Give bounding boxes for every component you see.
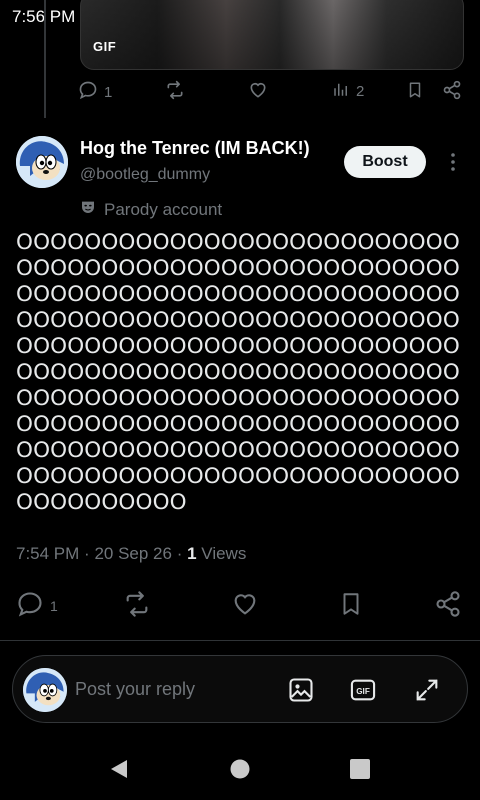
image-icon <box>289 678 313 702</box>
tweet-reply-button[interactable]: 1 <box>16 590 58 621</box>
share-button[interactable] <box>442 80 462 104</box>
reply-input[interactable]: Post your reply <box>75 679 195 700</box>
reply-icon <box>16 590 44 621</box>
tweet-time: 7:54 PM <box>16 544 80 563</box>
reply-count: 1 <box>104 83 113 101</box>
author-name[interactable]: Hog the Tenrec (IM BACK!) <box>80 138 310 159</box>
tweet-reply-count: 1 <box>50 597 58 614</box>
retweet-icon <box>164 80 186 104</box>
bookmark-icon <box>338 590 364 621</box>
meta-separator: · <box>84 544 95 563</box>
divider <box>0 640 480 641</box>
reply-button[interactable]: 1 <box>78 80 112 104</box>
user-avatar <box>23 668 67 712</box>
more-options-button[interactable] <box>446 150 460 174</box>
like-button[interactable] <box>248 80 268 104</box>
back-triangle-icon <box>111 760 127 778</box>
expand-icon <box>416 679 438 701</box>
tweet-bookmark-button[interactable] <box>338 590 364 621</box>
meta-separator: · <box>176 544 188 563</box>
home-circle-icon <box>230 759 250 779</box>
tweet-views-count: 1 <box>187 544 197 563</box>
recents-button[interactable] <box>349 758 371 785</box>
parody-label-row: Parody account <box>80 199 222 220</box>
gif-media[interactable]: GIF <box>80 0 464 70</box>
analytics-icon <box>332 80 350 102</box>
tweet-meta: 7:54 PM · 20 Sep 26 · 1 Views <box>16 544 246 564</box>
more-vertical-icon <box>451 153 455 171</box>
svg-text:GIF: GIF <box>356 687 370 696</box>
recents-square-icon <box>350 759 370 779</box>
tweet-date: 20 Sep 26 <box>94 544 172 563</box>
tweet-text: OOOOOOOOOOOOOOOOOOOOOOOOOOOOOOOOOOOOOOOO… <box>16 230 460 515</box>
tweet-like-button[interactable] <box>230 590 260 621</box>
share-icon <box>434 590 462 621</box>
heart-icon <box>230 590 260 621</box>
tweet-retweet-button[interactable] <box>122 590 152 621</box>
share-icon <box>442 80 462 104</box>
tweet-views-label: Views <box>201 544 247 563</box>
reply-composer[interactable]: Post your reply GIF <box>12 655 468 723</box>
tweet-share-button[interactable] <box>434 590 462 621</box>
gif-badge: GIF <box>93 39 117 54</box>
back-button[interactable] <box>108 758 130 785</box>
parody-mask-icon <box>80 199 96 220</box>
gif-icon: GIF <box>350 679 376 701</box>
add-gif-button[interactable]: GIF <box>349 676 377 704</box>
add-image-button[interactable] <box>287 676 315 704</box>
reply-icon <box>78 80 98 104</box>
tweet-actions: 1 <box>16 590 464 622</box>
system-nav-bar <box>0 738 480 800</box>
retweet-icon <box>122 590 152 621</box>
expand-composer-button[interactable] <box>413 676 441 704</box>
parody-label: Parody account <box>104 199 223 219</box>
bookmark-icon <box>406 80 424 104</box>
retweet-button[interactable] <box>164 80 186 104</box>
home-button[interactable] <box>229 758 251 785</box>
author-handle[interactable]: @bootleg_dummy <box>80 166 210 184</box>
boost-button[interactable]: Boost <box>344 146 426 178</box>
thread-connector-line <box>44 0 46 118</box>
views-button[interactable]: 2 <box>332 80 364 102</box>
views-count: 2 <box>356 82 365 100</box>
author-avatar[interactable] <box>16 136 68 188</box>
heart-icon <box>248 80 268 104</box>
bookmark-button[interactable] <box>406 80 424 104</box>
previous-tweet-actions: 1 2 <box>78 80 468 110</box>
